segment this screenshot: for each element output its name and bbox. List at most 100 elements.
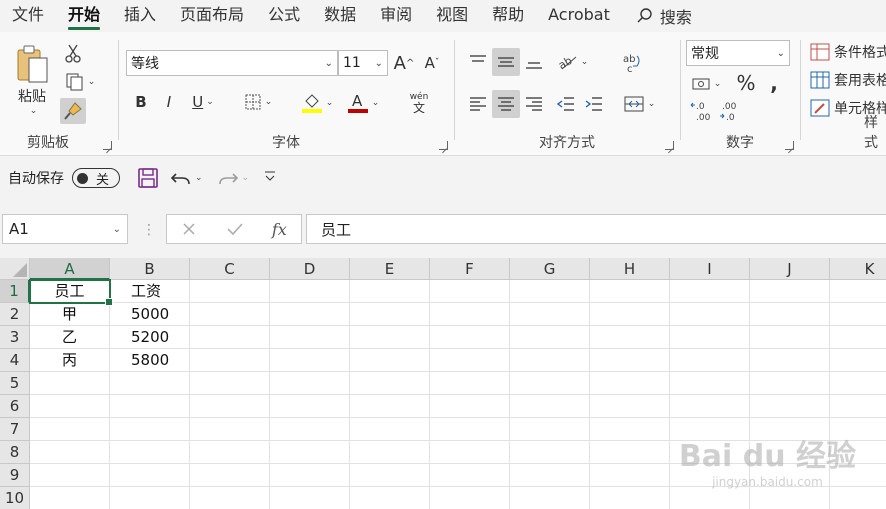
cell-e1[interactable] <box>350 280 430 303</box>
cell-e6[interactable] <box>350 395 430 418</box>
cell-h4[interactable] <box>590 349 670 372</box>
cell-k10[interactable] <box>830 487 886 509</box>
align-bottom-button[interactable] <box>520 48 548 76</box>
cell-g8[interactable] <box>510 441 590 464</box>
align-right-button[interactable] <box>520 90 548 118</box>
cell-a2[interactable]: 甲 <box>30 303 110 326</box>
row-header-5[interactable]: 5 <box>0 372 30 395</box>
cell-k5[interactable] <box>830 372 886 395</box>
customize-qat-button[interactable] <box>263 169 277 187</box>
cell-f2[interactable] <box>430 303 510 326</box>
column-header-b[interactable]: B <box>110 258 190 280</box>
number-format-select[interactable]: 常规 ⌄ <box>686 40 790 66</box>
paste-button[interactable]: 粘贴 ⌄ <box>10 40 54 120</box>
cell-h7[interactable] <box>590 418 670 441</box>
cell-c2[interactable] <box>190 303 270 326</box>
cell-a3[interactable]: 乙 <box>30 326 110 349</box>
formula-bar-splitter[interactable]: ⋮ <box>142 222 156 238</box>
increase-font-size-button[interactable]: A ^ <box>392 50 416 76</box>
column-header-a[interactable]: A <box>30 258 110 280</box>
cell-c10[interactable] <box>190 487 270 509</box>
cell-a9[interactable] <box>30 464 110 487</box>
column-header-f[interactable]: F <box>430 258 510 280</box>
cell-h8[interactable] <box>590 441 670 464</box>
cell-b9[interactable] <box>110 464 190 487</box>
cell-h1[interactable] <box>590 280 670 303</box>
cell-g6[interactable] <box>510 395 590 418</box>
alignment-launcher-icon[interactable] <box>665 141 674 150</box>
cell-e3[interactable] <box>350 326 430 349</box>
cell-d6[interactable] <box>270 395 350 418</box>
cell-e5[interactable] <box>350 372 430 395</box>
save-button[interactable] <box>136 166 160 190</box>
cell-h5[interactable] <box>590 372 670 395</box>
cell-a7[interactable] <box>30 418 110 441</box>
cell-b7[interactable] <box>110 418 190 441</box>
cell-c1[interactable] <box>190 280 270 303</box>
cell-d5[interactable] <box>270 372 350 395</box>
cell-f5[interactable] <box>430 372 510 395</box>
row-header-3[interactable]: 3 <box>0 326 30 349</box>
cell-i4[interactable] <box>670 349 750 372</box>
increase-decimal-button[interactable]: .0.00 <box>688 98 716 124</box>
conditional-formatting-button[interactable]: 条件格式 <box>810 40 886 64</box>
column-header-j[interactable]: J <box>750 258 830 280</box>
cell-g7[interactable] <box>510 418 590 441</box>
cell-b4[interactable]: 5800 <box>110 349 190 372</box>
row-header-4[interactable]: 4 <box>0 349 30 372</box>
cell-g2[interactable] <box>510 303 590 326</box>
copy-button[interactable]: ⌄ <box>60 70 100 94</box>
tab-acrobat[interactable]: Acrobat <box>536 0 622 32</box>
insert-function-icon[interactable]: fx <box>272 220 287 239</box>
cell-d4[interactable] <box>270 349 350 372</box>
column-header-e[interactable]: E <box>350 258 430 280</box>
cell-i3[interactable] <box>670 326 750 349</box>
cell-i2[interactable] <box>670 303 750 326</box>
cell-i10[interactable] <box>670 487 750 509</box>
phonetic-guide-button[interactable]: wén 文 <box>400 88 438 118</box>
row-header-1[interactable]: 1 <box>0 280 30 303</box>
cell-j4[interactable] <box>750 349 830 372</box>
cell-c6[interactable] <box>190 395 270 418</box>
cell-f3[interactable] <box>430 326 510 349</box>
cell-c4[interactable] <box>190 349 270 372</box>
cell-d3[interactable] <box>270 326 350 349</box>
column-header-i[interactable]: I <box>670 258 750 280</box>
cell-g9[interactable] <box>510 464 590 487</box>
column-header-h[interactable]: H <box>590 258 670 280</box>
cell-j6[interactable] <box>750 395 830 418</box>
cell-c8[interactable] <box>190 441 270 464</box>
tab-page-layout[interactable]: 页面布局 <box>168 0 256 32</box>
enter-icon[interactable] <box>226 221 244 237</box>
paste-dropdown-icon[interactable]: ⌄ <box>30 106 38 116</box>
row-header-8[interactable]: 8 <box>0 441 30 464</box>
align-middle-button[interactable] <box>492 48 520 76</box>
cell-g3[interactable] <box>510 326 590 349</box>
search-box[interactable]: 搜索 <box>622 4 692 28</box>
cell-j5[interactable] <box>750 372 830 395</box>
cell-b1[interactable]: 工资 <box>110 280 190 303</box>
tab-insert[interactable]: 插入 <box>112 0 168 32</box>
cell-j1[interactable] <box>750 280 830 303</box>
cell-k1[interactable] <box>830 280 886 303</box>
row-header-7[interactable]: 7 <box>0 418 30 441</box>
comma-style-button[interactable]: , <box>762 70 786 96</box>
cell-f1[interactable] <box>430 280 510 303</box>
cell-h3[interactable] <box>590 326 670 349</box>
tab-formulas[interactable]: 公式 <box>256 0 312 32</box>
cell-e4[interactable] <box>350 349 430 372</box>
cell-e2[interactable] <box>350 303 430 326</box>
column-header-c[interactable]: C <box>190 258 270 280</box>
cell-h2[interactable] <box>590 303 670 326</box>
cell-d8[interactable] <box>270 441 350 464</box>
cell-c7[interactable] <box>190 418 270 441</box>
cell-g1[interactable] <box>510 280 590 303</box>
wrap-text-button[interactable]: ab c <box>618 48 646 78</box>
cut-button[interactable] <box>62 42 84 64</box>
cell-a1[interactable]: 员工 <box>30 280 110 303</box>
percent-button[interactable]: % <box>734 70 758 96</box>
bold-button[interactable]: B <box>130 90 152 114</box>
cell-b10[interactable] <box>110 487 190 509</box>
cell-j10[interactable] <box>750 487 830 509</box>
cell-d10[interactable] <box>270 487 350 509</box>
